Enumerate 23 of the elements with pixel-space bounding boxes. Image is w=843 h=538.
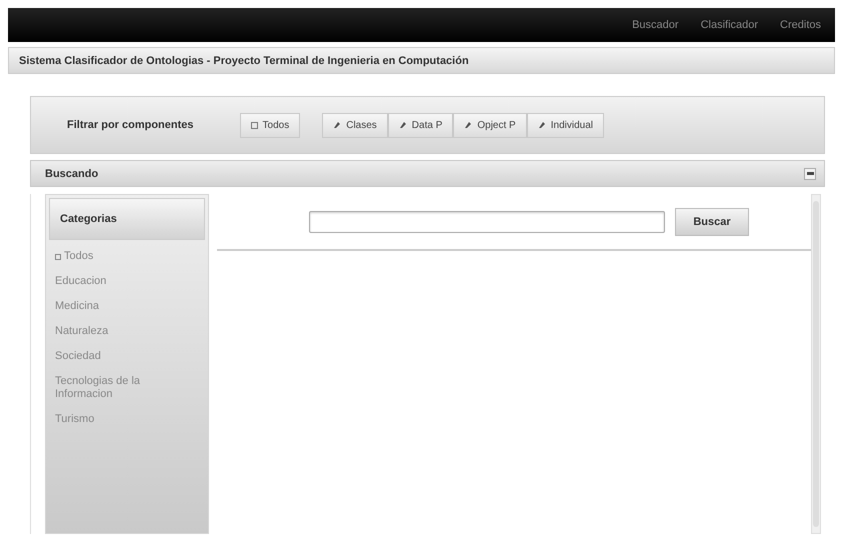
- page-title: Sistema Clasificador de Ontologias - Proyecto Terminal de Ingenieria en Computación: [19, 54, 469, 66]
- category-link[interactable]: Medicina: [49, 300, 181, 313]
- filter-button[interactable]: Individual: [526, 112, 604, 138]
- square-icon: [250, 122, 258, 128]
- scrollbar[interactable]: [811, 194, 821, 534]
- nav-link[interactable]: Clasificador: [700, 19, 758, 31]
- search-field[interactable]: [309, 210, 665, 232]
- search-button[interactable]: Buscar: [675, 208, 749, 236]
- minus-icon: [806, 172, 814, 175]
- filter-button[interactable]: Data P: [388, 112, 454, 138]
- filter-label: Filtrar por componentes: [67, 119, 194, 131]
- category-link[interactable]: Naturaleza: [49, 325, 181, 338]
- collapse-button[interactable]: [804, 168, 816, 180]
- filter-button[interactable]: Opject P: [453, 112, 527, 138]
- filter-button[interactable]: Todos: [240, 112, 300, 138]
- nav-link[interactable]: Creditos: [780, 19, 821, 31]
- panel-title: Buscando: [45, 168, 98, 180]
- nav-link[interactable]: Buscador: [632, 19, 679, 31]
- sidebar-title: Categorias: [60, 213, 117, 225]
- category-link[interactable]: Todos: [49, 250, 181, 263]
- category-link[interactable]: Educacion: [49, 275, 181, 288]
- filter-button[interactable]: Clases: [322, 112, 388, 138]
- square-icon: [55, 254, 61, 260]
